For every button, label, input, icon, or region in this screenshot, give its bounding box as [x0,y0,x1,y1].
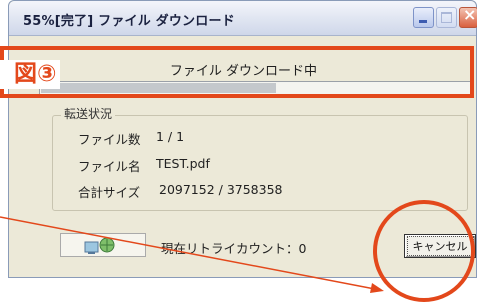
annotation-arrowhead [370,283,384,293]
annotation-overlay [0,200,475,302]
annotation-circle [373,200,475,302]
annotation-pointer-line [0,216,381,291]
